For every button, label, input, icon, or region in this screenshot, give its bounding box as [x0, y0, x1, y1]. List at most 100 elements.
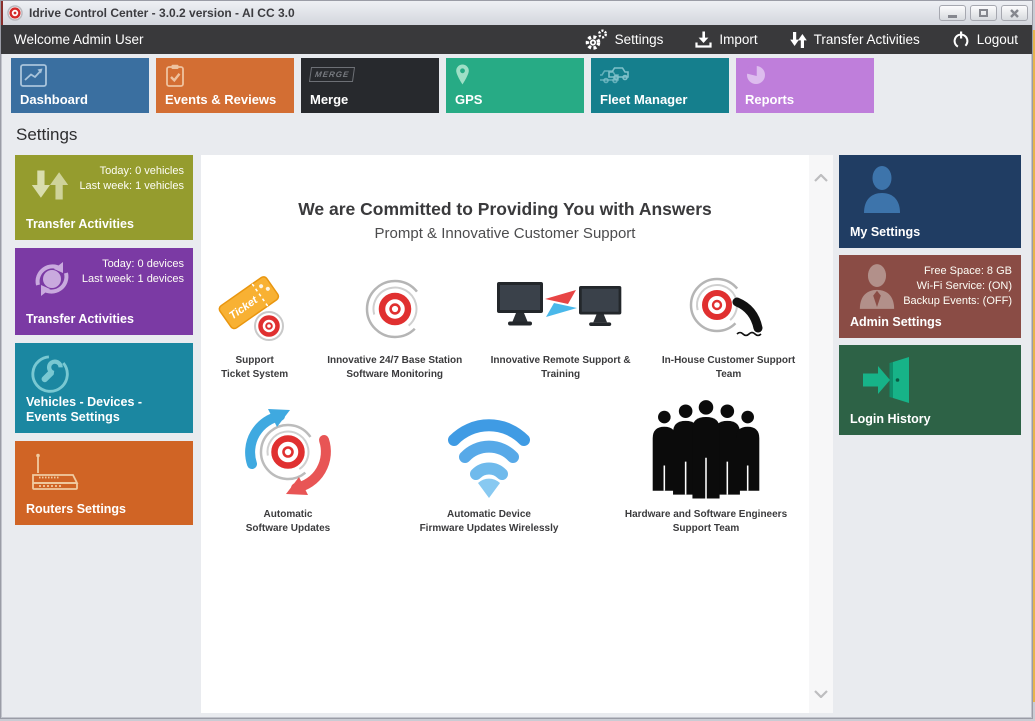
feature-caption: SupportTicket System — [221, 354, 288, 382]
remote-monitors-icon — [495, 272, 627, 346]
chart-icon — [20, 64, 47, 92]
feature-auto-updates: AutomaticSoftware Updates — [204, 404, 372, 536]
feature-remote-support: Innovative Remote Support &Training — [481, 272, 640, 382]
team-icon — [643, 400, 769, 500]
nav-tile-fleet-manager[interactable]: Fleet Manager — [591, 58, 729, 113]
support-panel: We are Committed to Providing You with A… — [201, 155, 833, 713]
feature-support-ticket: Ticket SupportTicket System — [201, 272, 308, 382]
transfer-activities-menu-item[interactable]: Transfer Activities — [790, 31, 920, 49]
tile-routers-settings[interactable]: Routers Settings — [15, 441, 193, 525]
window-title: Idrive Control Center - 3.0.2 version - … — [29, 6, 295, 20]
logout-menu-item[interactable]: Logout — [952, 31, 1018, 49]
transfer-arrows-icon — [790, 31, 807, 49]
features-row-2: AutomaticSoftware Updates Automatic Devi… — [201, 400, 809, 536]
transfer-activities-menu-label: Transfer Activities — [814, 32, 920, 47]
close-button[interactable] — [1001, 5, 1028, 21]
phone-support-icon — [677, 272, 781, 346]
scroll-down-button[interactable] — [809, 683, 833, 705]
tile-transfer-activities-devices[interactable]: Today: 0 devicesLast week: 1 devices Tra… — [15, 248, 193, 335]
tile-label: Admin Settings — [850, 315, 942, 330]
app-window: Idrive Control Center - 3.0.2 version - … — [0, 0, 1033, 719]
power-icon — [952, 31, 970, 49]
feature-caption: Hardware and Software EngineersSupport T… — [625, 508, 787, 536]
clipboard-check-icon — [165, 64, 185, 92]
tile-vehicles-devices-events-settings[interactable]: Vehicles - Devices - Events Settings — [15, 343, 193, 433]
feature-caption: Innovative 24/7 Base StationSoftware Mon… — [327, 354, 462, 382]
features-row-1: Ticket SupportTicket System Innovative 2… — [201, 272, 809, 382]
auto-update-icon — [238, 404, 338, 500]
feature-base-station: Innovative 24/7 Base StationSoftware Mon… — [316, 272, 473, 382]
chevron-down-icon — [814, 690, 828, 698]
close-icon — [1010, 9, 1019, 18]
menu-bar: Welcome Admin User Settings Import Trans… — [1, 25, 1032, 54]
window-controls — [939, 5, 1028, 21]
pie-chart-icon — [745, 64, 766, 90]
gears-icon — [584, 29, 608, 50]
nav-tile-label: Reports — [745, 92, 794, 107]
cars-icon — [600, 64, 632, 90]
feature-inhouse-support: In-House Customer SupportTeam — [648, 272, 809, 382]
import-icon — [695, 31, 712, 48]
minimize-icon — [948, 15, 957, 18]
tile-label: Login History — [850, 412, 931, 427]
feature-engineers-team: Hardware and Software EngineersSupport T… — [606, 400, 806, 536]
maximize-button[interactable] — [970, 5, 997, 21]
router-icon — [29, 451, 81, 498]
feature-caption: AutomaticSoftware Updates — [246, 508, 330, 536]
tile-stats: Today: 0 devicesLast week: 1 devices — [82, 257, 184, 287]
import-menu-label: Import — [719, 32, 757, 47]
tile-login-history[interactable]: Login History — [839, 345, 1021, 435]
wifi-icon — [441, 410, 537, 500]
feature-caption: Automatic DeviceFirmware Updates Wireles… — [420, 508, 559, 536]
nav-tile-label: Dashboard — [20, 92, 88, 107]
title-bar[interactable]: Idrive Control Center - 3.0.2 version - … — [1, 1, 1032, 25]
tile-transfer-activities-vehicles[interactable]: Today: 0 vehiclesLast week: 1 vehicles T… — [15, 155, 193, 240]
tile-label: Transfer Activities — [26, 312, 134, 327]
support-ticket-icon: Ticket — [215, 272, 295, 346]
nav-tile-merge[interactable]: MERGE Merge — [301, 58, 439, 113]
tile-label: My Settings — [850, 225, 920, 240]
settings-menu-item[interactable]: Settings — [584, 29, 664, 50]
sync-icon — [29, 258, 75, 305]
nav-tile-gps[interactable]: GPS — [446, 58, 584, 113]
app-logo-icon — [7, 5, 23, 21]
welcome-text: Welcome Admin User — [14, 32, 144, 47]
nav-tile-label: Merge — [310, 92, 348, 107]
page-title: Settings — [16, 125, 1032, 145]
person-icon — [861, 165, 903, 220]
base-station-target-icon — [356, 272, 434, 346]
settings-menu-label: Settings — [615, 32, 664, 47]
person-icon — [857, 263, 897, 316]
tile-stats: Free Space: 8 GBWi-Fi Service: (ON)Backu… — [903, 264, 1012, 309]
tile-label: Transfer Activities — [26, 217, 134, 232]
tile-label: Vehicles - Devices - Events Settings — [26, 395, 182, 425]
nav-tile-events-reviews[interactable]: Events & Reviews — [156, 58, 294, 113]
nav-tile-label: Fleet Manager — [600, 92, 687, 107]
nav-tile-reports[interactable]: Reports — [736, 58, 874, 113]
feature-caption: Innovative Remote Support &Training — [491, 354, 631, 382]
feature-firmware-updates: Automatic DeviceFirmware Updates Wireles… — [394, 410, 584, 536]
main-nav: Dashboard Events & Reviews MERGE Merge G… — [1, 54, 1032, 113]
scrollbar-track[interactable] — [809, 155, 833, 713]
merge-logo: MERGE — [310, 64, 354, 82]
left-sidebar: Today: 0 vehiclesLast week: 1 vehicles T… — [15, 155, 193, 533]
maximize-icon — [979, 9, 988, 17]
frame-accent — [1, 1, 3, 25]
support-title: We are Committed to Providing You with A… — [201, 199, 809, 220]
tile-my-settings[interactable]: My Settings — [839, 155, 1021, 248]
nav-tile-label: Events & Reviews — [165, 92, 276, 107]
minimize-button[interactable] — [939, 5, 966, 21]
screen: Idrive Control Center - 3.0.2 version - … — [0, 0, 1035, 721]
feature-caption: In-House Customer SupportTeam — [662, 354, 795, 382]
import-menu-item[interactable]: Import — [695, 31, 757, 48]
menu-items: Settings Import Transfer Activities Logo… — [584, 29, 1018, 50]
nav-tile-label: GPS — [455, 92, 482, 107]
chevron-up-icon — [814, 174, 828, 182]
scroll-up-button[interactable] — [809, 167, 833, 189]
map-pin-icon — [455, 64, 470, 90]
support-subtitle: Prompt & Innovative Customer Support — [201, 225, 809, 242]
nav-tile-dashboard[interactable]: Dashboard — [11, 58, 149, 113]
login-door-icon — [861, 357, 915, 408]
tile-admin-settings[interactable]: Free Space: 8 GBWi-Fi Service: (ON)Backu… — [839, 255, 1021, 338]
up-down-arrows-icon — [29, 165, 71, 210]
